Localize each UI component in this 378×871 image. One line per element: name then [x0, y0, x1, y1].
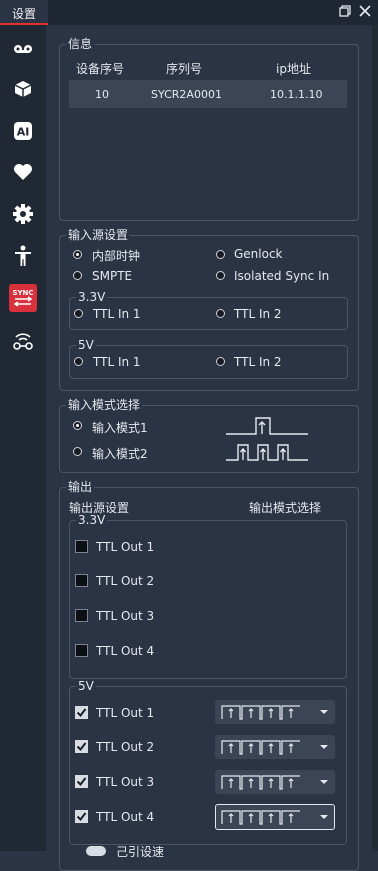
label-5v-ttl-out-4: TTL Out 4	[96, 810, 155, 824]
output-title: 输出	[68, 480, 93, 494]
input-5v-title: 5V	[78, 338, 94, 352]
output-mode-select-2[interactable]	[215, 735, 335, 759]
input-mode-title: 输入模式选择	[68, 398, 141, 412]
label-genlock: Genlock	[234, 247, 283, 261]
label-3v3-ttl-out-1: TTL Out 1	[96, 540, 155, 554]
label-3v3-ttl-in-1: TTL In 1	[93, 307, 141, 321]
label-3v3-ttl-out-4: TTL Out 4	[96, 644, 155, 658]
pulse-waveform-icon	[221, 740, 300, 755]
table-row[interactable]: 10 SYCR2A0001 10.1.1.10	[69, 80, 347, 108]
label-3v3-ttl-out-2: TTL Out 2	[96, 574, 155, 588]
heart-icon[interactable]	[9, 158, 37, 186]
pulse-waveform-icon	[221, 810, 300, 825]
title-bar: 设置	[0, 0, 378, 25]
checkbox-5v-ttl-out-1[interactable]	[75, 706, 88, 719]
svg-text:SYNC: SYNC	[12, 289, 33, 297]
label-3v3-ttl-out-3: TTL Out 3	[96, 609, 155, 623]
checkbox-5v-ttl-out-4[interactable]	[75, 810, 88, 823]
label-5v-ttl-out-3: TTL Out 3	[96, 775, 155, 789]
label-3v3-ttl-in-2: TTL In 2	[234, 307, 282, 321]
output-3v3-title: 3.3V	[78, 513, 106, 527]
chevron-down-icon	[320, 815, 328, 819]
label-5v-ttl-out-2: TTL Out 2	[96, 740, 155, 754]
output-mode-select-3[interactable]	[215, 770, 335, 794]
checkbox-5v-ttl-out-3[interactable]	[75, 775, 88, 788]
checkbox-5v-ttl-out-2[interactable]	[75, 740, 88, 753]
label-internal-clock: 内部时钟	[92, 249, 141, 263]
label-input-mode-2: 输入模式2	[92, 447, 148, 461]
radio-5v-ttl-in-2[interactable]	[216, 357, 225, 366]
radio-3v3-ttl-in-2[interactable]	[216, 309, 225, 318]
chevron-down-icon	[320, 745, 328, 749]
radio-smpte[interactable]	[73, 271, 82, 280]
ai-icon[interactable]: AI	[9, 117, 37, 145]
label-input-mode-1: 输入模式1	[92, 421, 148, 435]
column-header-ip: ip地址	[276, 62, 311, 76]
chevron-down-icon	[320, 710, 328, 714]
voicemail-icon[interactable]	[9, 35, 37, 63]
column-header-serial: 序列号	[166, 62, 203, 76]
label-5v-ttl-in-2: TTL In 2	[234, 355, 282, 369]
gear-icon[interactable]	[9, 200, 37, 228]
pulse-waveform-icon	[221, 775, 300, 790]
chevron-down-icon	[320, 780, 328, 784]
scrollbar[interactable]	[372, 25, 378, 851]
checkbox-3v3-ttl-out-1[interactable]	[75, 540, 88, 553]
output-mode-select-1[interactable]	[215, 700, 335, 724]
label-smpte: SMPTE	[92, 269, 133, 283]
cube-icon[interactable]	[9, 75, 37, 103]
column-header-device-no: 设备序号	[76, 62, 125, 76]
input-mode-waveform-icon	[226, 417, 308, 461]
svg-text:AI: AI	[17, 126, 30, 139]
radio-input-mode-2[interactable]	[73, 447, 82, 456]
label-5v-ttl-out-1: TTL Out 1	[96, 706, 155, 720]
checkbox-3v3-ttl-out-2[interactable]	[75, 574, 88, 587]
radio-3v3-ttl-in-1[interactable]	[74, 309, 83, 318]
radio-genlock[interactable]	[216, 250, 225, 259]
sidebar: AI SYNC	[0, 25, 46, 851]
device-no-cell: 10	[95, 88, 109, 101]
serial-cell: SYCR2A0001	[151, 88, 222, 101]
info-title: 信息	[68, 37, 93, 51]
checkbox-3v3-ttl-out-3[interactable]	[75, 609, 88, 622]
radio-input-mode-1[interactable]	[73, 421, 82, 430]
radio-5v-ttl-in-1[interactable]	[74, 357, 83, 366]
wireless-icon[interactable]	[9, 326, 37, 354]
tab-settings[interactable]: 设置	[0, 0, 48, 25]
output-5v-title: 5V	[78, 679, 94, 693]
input-source-title: 输入源设置	[68, 228, 129, 242]
radio-internal-clock[interactable]	[73, 250, 82, 259]
close-icon[interactable]	[358, 4, 372, 18]
person-icon[interactable]	[9, 242, 37, 270]
sync-icon[interactable]: SYNC	[9, 284, 37, 312]
label-5v-ttl-in-1: TTL In 1	[93, 355, 141, 369]
radio-isolated-sync-in[interactable]	[216, 271, 225, 280]
tab-label: 设置	[12, 7, 37, 21]
label-isolated-sync-in: Isolated Sync In	[234, 269, 330, 283]
toggle-switch[interactable]	[86, 846, 106, 856]
output-mode-select-4[interactable]	[215, 804, 335, 830]
pulse-waveform-icon	[221, 705, 300, 720]
restore-icon[interactable]	[338, 4, 352, 18]
input-3v3-title: 3.3V	[78, 290, 106, 304]
ip-cell: 10.1.1.10	[270, 88, 323, 101]
checkbox-3v3-ttl-out-4[interactable]	[75, 644, 88, 657]
partial-label: 己引设速	[116, 845, 165, 859]
